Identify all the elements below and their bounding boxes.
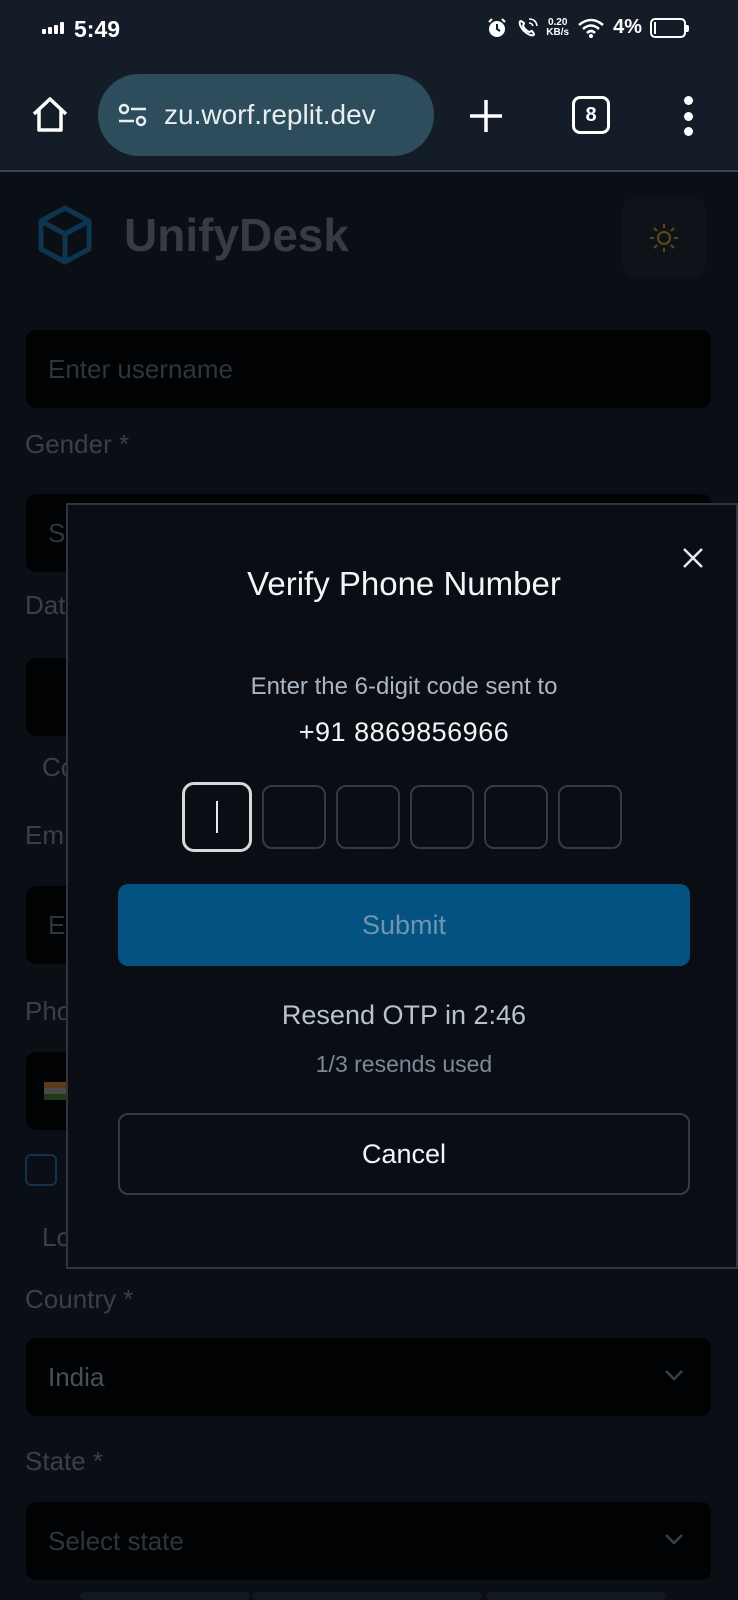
url-text: zu.worf.replit.dev (164, 99, 376, 130)
wifi-calling-icon (518, 17, 539, 36)
cube-logo-icon (38, 205, 92, 265)
phone-label: Pho (25, 996, 72, 1026)
country-value: India (48, 1361, 105, 1392)
plus-icon[interactable] (466, 96, 506, 136)
signal-icon (42, 22, 64, 34)
chevron-down-icon (665, 1370, 683, 1381)
wifi-icon (578, 18, 604, 38)
otp-digit-4[interactable] (410, 785, 474, 849)
gender-label: Gender * (25, 429, 130, 459)
tab-switcher-button[interactable]: 8 (572, 96, 610, 134)
state-label: State * (25, 1446, 104, 1476)
state-select[interactable]: Select state (26, 1502, 711, 1580)
country-label: Country * (25, 1284, 134, 1314)
bottom-bar-segment (486, 1592, 666, 1600)
india-flag-icon (44, 1082, 66, 1100)
browser-toolbar: zu.worf.replit.dev 8 (0, 62, 738, 172)
cancel-button[interactable]: Cancel (118, 1113, 690, 1195)
battery-icon (650, 17, 689, 38)
battery-percent: 4% (613, 16, 642, 38)
url-bar[interactable]: zu.worf.replit.dev (98, 74, 434, 156)
chevron-down-icon (665, 1534, 683, 1545)
consent-checkbox[interactable] (25, 1154, 57, 1186)
brand-name: UnifyDesk (124, 209, 349, 261)
email-label: Em (25, 820, 64, 850)
otp-input-group (182, 782, 622, 852)
resend-count: 1/3 resends used (315, 1051, 493, 1077)
phone-number: +91 8869856966 (298, 717, 510, 747)
modal-subtitle: Enter the 6-digit code sent to (250, 673, 558, 700)
otp-digit-1[interactable] (182, 782, 252, 852)
otp-digit-2[interactable] (262, 785, 326, 849)
dob-label: Dat (25, 590, 66, 620)
home-icon[interactable] (28, 92, 72, 136)
theme-toggle-button[interactable] (623, 198, 705, 278)
status-time: 5:49 (74, 16, 121, 42)
otp-digit-3[interactable] (336, 785, 400, 849)
kebab-menu-icon[interactable] (680, 96, 696, 136)
bottom-bar-segment (252, 1592, 482, 1600)
net-speed: 0.20 KB/s (546, 16, 570, 38)
state-placeholder: Select state (48, 1525, 184, 1556)
username-input[interactable]: Enter username (26, 330, 711, 408)
status-bar: 5:49 0.20 KB/s 4% (0, 0, 738, 62)
sun-icon (650, 224, 678, 252)
otp-digit-6[interactable] (558, 785, 622, 849)
status-icons: 0.20 KB/s 4% (486, 16, 689, 39)
country-select[interactable]: India (26, 1338, 711, 1416)
submit-button[interactable]: Submit (118, 884, 690, 966)
alarm-icon (488, 17, 507, 37)
verify-phone-modal: Verify Phone Number Enter the 6-digit co… (66, 503, 738, 1269)
modal-title: Verify Phone Number (247, 565, 561, 602)
otp-digit-5[interactable] (484, 785, 548, 849)
site-settings-icon[interactable] (116, 100, 150, 130)
resend-timer: Resend OTP in 2:46 (281, 1000, 527, 1030)
bottom-bar-segment (80, 1592, 250, 1600)
